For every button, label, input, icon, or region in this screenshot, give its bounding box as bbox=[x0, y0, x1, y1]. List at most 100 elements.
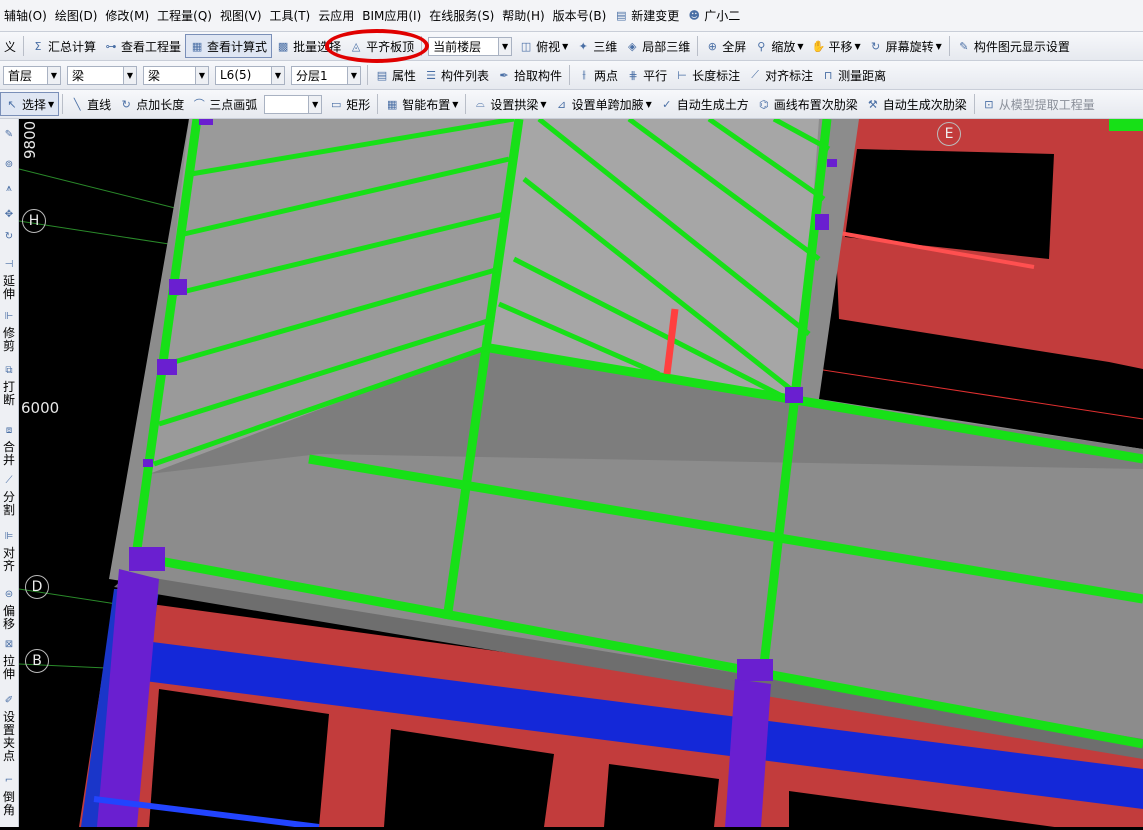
arc-icon: ⌒ bbox=[193, 98, 205, 111]
two-points-button[interactable]: ⫲ 两点 bbox=[573, 64, 622, 86]
magnifier-icon: ⚲ bbox=[757, 39, 766, 53]
length-mark-label: 长度标注 bbox=[692, 68, 741, 83]
new-change-button[interactable]: ▤ 新建变更 bbox=[610, 5, 683, 27]
three-d-button[interactable]: ✦ 三维 bbox=[572, 35, 621, 57]
ruler-icon: ⊓ bbox=[823, 68, 833, 82]
two-points-label: 两点 bbox=[594, 68, 619, 83]
select-button[interactable]: ↖ 选择 ▼ bbox=[0, 92, 60, 116]
assistant-button[interactable]: ☻ 广小二 bbox=[683, 5, 744, 27]
point-length-icon: ↻ bbox=[121, 97, 131, 111]
rect-button[interactable]: ▭ 矩形 bbox=[325, 93, 374, 115]
extract-quantity-button[interactable]: ⊡ 从模型提取工程量 bbox=[978, 93, 1099, 115]
menu-bim[interactable]: BIM应用(I) bbox=[358, 7, 425, 24]
menu-auxaxis[interactable]: 辅轴(O) bbox=[0, 7, 51, 24]
axis-marker-b: B bbox=[25, 649, 49, 673]
draw-secondary-rib-button[interactable]: ⌬ 画线布置次肋梁 bbox=[753, 93, 862, 115]
menu-modify[interactable]: 修改(M) bbox=[101, 7, 153, 24]
menu-draw[interactable]: 绘图(D) bbox=[51, 7, 102, 24]
merge-tool[interactable]: 合并 bbox=[0, 441, 18, 467]
pick-component-label: 拾取构件 bbox=[514, 68, 563, 83]
top-view-button[interactable]: ◫ 俯视 ▼ bbox=[515, 35, 572, 57]
menu-view[interactable]: 视图(V) bbox=[216, 7, 266, 24]
menu-tools[interactable]: 工具(T) bbox=[266, 7, 315, 24]
sublayer-select[interactable]: 分层1 ▼ bbox=[291, 65, 361, 85]
arc-button[interactable]: ⌒ 三点画弧 bbox=[188, 93, 261, 115]
fullscreen-button[interactable]: ⊕ 全屏 bbox=[701, 35, 750, 57]
extend-tool[interactable]: 延伸 bbox=[0, 275, 18, 301]
split-tool[interactable]: 分割 bbox=[0, 491, 18, 517]
separator bbox=[569, 65, 571, 85]
model-canvas bbox=[18, 116, 1143, 830]
dimension-icon: ⊢ bbox=[677, 68, 687, 82]
zoom-button[interactable]: ⚲ 缩放 ▼ bbox=[750, 35, 807, 57]
mirror-icon[interactable]: ⩚ bbox=[2, 183, 16, 195]
menu-version[interactable]: 版本号(B) bbox=[549, 7, 611, 24]
chevron-down-icon: ▼ bbox=[452, 99, 459, 109]
set-grip-tool[interactable]: 设置夹点 bbox=[0, 711, 18, 763]
chamfer-tool[interactable]: 倒角 bbox=[0, 791, 18, 817]
summary-button[interactable]: Σ 汇总计算 bbox=[27, 35, 100, 57]
arc-mode-select[interactable]: ▼ bbox=[264, 94, 323, 114]
pen-icon[interactable]: ✎ bbox=[2, 129, 16, 141]
rotate-button[interactable]: ↻ 屏幕旋转 ▼ bbox=[865, 35, 946, 57]
offset-tool[interactable]: 偏移 bbox=[0, 605, 18, 631]
local-3d-button[interactable]: ◈ 局部三维 bbox=[621, 35, 694, 57]
set-haunch-button[interactable]: ⊿ 设置单跨加腋 ▼ bbox=[551, 93, 656, 115]
display-settings-button[interactable]: ✎ 构件图元显示设置 bbox=[953, 35, 1074, 57]
view-formula-button[interactable]: ▦ 查看计算式 bbox=[185, 34, 273, 58]
parallel-button[interactable]: ⋕ 平行 bbox=[622, 64, 671, 86]
chevron-down-icon: ▼ bbox=[562, 41, 569, 51]
line-icon: ╲ bbox=[73, 97, 81, 111]
pan-button[interactable]: ✋ 平移 ▼ bbox=[807, 35, 864, 57]
length-mark-button[interactable]: ⊢ 长度标注 bbox=[671, 64, 744, 86]
smart-layout-icon: ▦ bbox=[387, 97, 398, 111]
menu-online[interactable]: 在线服务(S) bbox=[425, 7, 498, 24]
modify-sidebar: ✎ ⊚ ⩚ ✥ ↻ ⊣ 延伸 ⊩ 修剪 ⧉ 打断 ⧈ 合并 ⟋ 分割 ⊫ 对齐 … bbox=[0, 119, 19, 827]
define-button[interactable]: 义 bbox=[0, 35, 20, 57]
top-view-label: 俯视 bbox=[536, 39, 561, 54]
3d-viewport[interactable]: 9800 6000 H D B E bbox=[18, 116, 1143, 830]
local-3d-icon: ◈ bbox=[628, 39, 637, 53]
pipette-icon: ✒ bbox=[499, 68, 509, 82]
measure-button[interactable]: ⊓ 测量距离 bbox=[817, 64, 890, 86]
copy-icon[interactable]: ⊚ bbox=[2, 159, 16, 171]
point-length-button[interactable]: ↻ 点加长度 bbox=[115, 93, 188, 115]
set-arch-beam-button[interactable]: ⌓ 设置拱梁 ▼ bbox=[469, 93, 550, 115]
component-list-button[interactable]: ☰ 构件列表 bbox=[420, 64, 493, 86]
type-select[interactable]: 梁 ▼ bbox=[143, 65, 209, 85]
menu-help[interactable]: 帮助(H) bbox=[498, 7, 548, 24]
component-select[interactable]: L6(5) ▼ bbox=[215, 65, 285, 85]
auto-secondary-rib-button[interactable]: ⚒ 自动生成次肋梁 bbox=[862, 93, 971, 115]
pick-component-button[interactable]: ✒ 拾取构件 bbox=[493, 64, 566, 86]
aligned-dimension-icon: ⟋ bbox=[751, 68, 759, 81]
chevron-down-icon: ▼ bbox=[935, 41, 942, 51]
move-icon[interactable]: ✥ bbox=[2, 209, 16, 221]
chevron-down-icon: ▼ bbox=[540, 99, 547, 109]
separator bbox=[62, 94, 64, 114]
floor-scope-value: 当前楼层 bbox=[433, 39, 482, 54]
properties-button[interactable]: ▤ 属性 bbox=[371, 64, 420, 86]
align-mark-button[interactable]: ⟋ 对齐标注 bbox=[744, 64, 817, 86]
line-button[interactable]: ╲ 直线 bbox=[66, 93, 115, 115]
menu-quantity[interactable]: 工程量(Q) bbox=[153, 7, 216, 24]
rotate-icon[interactable]: ↻ bbox=[2, 231, 16, 243]
list-icon: ☰ bbox=[426, 68, 436, 82]
floor-select[interactable]: 首层 ▼ bbox=[3, 65, 61, 85]
stretch-tool[interactable]: 拉伸 bbox=[0, 655, 18, 681]
trim-tool[interactable]: 修剪 bbox=[0, 327, 18, 353]
floor-value: 首层 bbox=[8, 68, 33, 83]
cube-icon: ◫ bbox=[520, 39, 532, 53]
view-quantity-button[interactable]: ⊶ 查看工程量 bbox=[100, 35, 185, 57]
smart-layout-button[interactable]: ▦ 智能布置 ▼ bbox=[381, 93, 462, 115]
category-select[interactable]: 梁 ▼ bbox=[67, 65, 137, 85]
auto-soil-button[interactable]: ✓ 自动生成土方 bbox=[656, 93, 753, 115]
align-tool[interactable]: 对齐 bbox=[0, 547, 18, 573]
auto-rib-icon: ⚒ bbox=[867, 97, 878, 111]
menu-bar: 辅轴(O) 绘图(D) 修改(M) 工程量(Q) 视图(V) 工具(T) 云应用… bbox=[0, 0, 1143, 32]
chevron-down-icon: ▼ bbox=[498, 37, 512, 55]
auto-soil-label: 自动生成土方 bbox=[676, 97, 749, 112]
floor-scope-select[interactable]: 当前楼层 ▼ bbox=[428, 36, 513, 56]
break-tool[interactable]: 打断 bbox=[0, 381, 18, 407]
menu-cloud[interactable]: 云应用 bbox=[314, 7, 358, 24]
new-change-label: 新建变更 bbox=[631, 9, 680, 23]
